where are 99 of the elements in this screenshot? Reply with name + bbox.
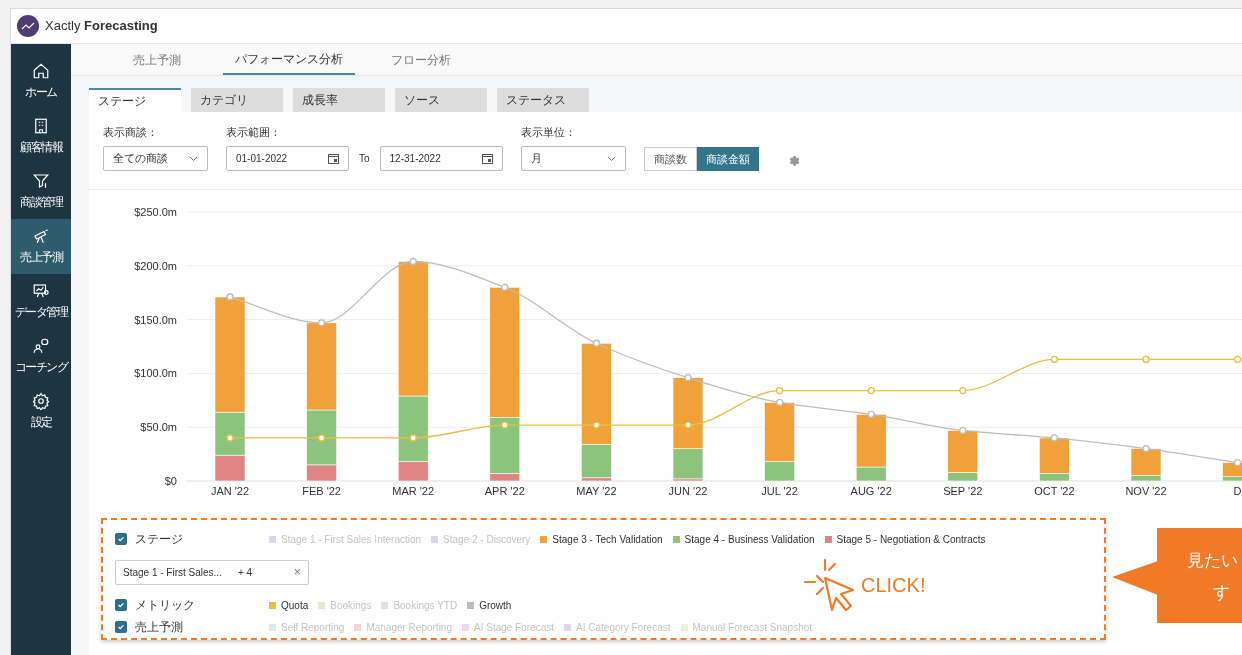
- data-point: [592, 421, 601, 429]
- axis-label: $250.0m: [134, 206, 177, 218]
- data-point: [684, 374, 692, 382]
- axis-label: FEB '22: [302, 485, 341, 497]
- chevron-down-icon: [606, 155, 616, 162]
- axis-label: JAN '22: [210, 485, 250, 497]
- axis-label: SEP '22: [943, 485, 983, 497]
- axis-label: $100.0m: [134, 367, 177, 380]
- data-point: [501, 421, 509, 429]
- data-point: [592, 339, 601, 347]
- date-field[interactable]: 01-01-2022: [226, 146, 349, 171]
- checkbox[interactable]: [115, 599, 127, 611]
- settings-icon: [32, 392, 50, 410]
- axis-label: AUG '22: [850, 485, 892, 497]
- nav-item[interactable]: 売上予測: [11, 219, 71, 274]
- nav-item[interactable]: ホーム: [11, 54, 71, 109]
- click-hint: CLICK!: [861, 573, 926, 598]
- axis-label: NOV '22: [1125, 485, 1167, 497]
- checkmark-icon: [117, 535, 125, 543]
- axis-label: $50.0m: [140, 421, 177, 434]
- data-point: [1142, 355, 1150, 364]
- checkbox[interactable]: [115, 621, 127, 633]
- tab[interactable]: 売上予測: [91, 44, 223, 75]
- home-icon: [32, 62, 50, 80]
- field-label: 表示範囲：: [226, 124, 282, 140]
- nav-item[interactable]: コーチング: [11, 329, 71, 384]
- axis-label: OCT '22: [1034, 485, 1075, 497]
- range-separator: To: [359, 152, 370, 166]
- checkbox[interactable]: [115, 533, 127, 545]
- calendar-icon: [481, 153, 493, 164]
- data-point: [775, 386, 784, 395]
- data-point: [867, 410, 875, 418]
- dropdown[interactable]: 月: [520, 146, 626, 171]
- data-point: [959, 426, 967, 435]
- legend-item[interactable]: Stage 4 - Business Validation: [684, 531, 815, 547]
- toggle-option[interactable]: 商談数: [643, 147, 697, 171]
- tab[interactable]: フロー分析: [355, 44, 487, 75]
- axis-label: D: [1233, 485, 1242, 497]
- presentation-icon: [32, 282, 50, 300]
- data-point: [775, 398, 784, 407]
- telescope-icon: [32, 227, 50, 245]
- callout-text: す: [1212, 581, 1231, 604]
- date-field[interactable]: 12-31-2022: [379, 146, 503, 171]
- data-point: [959, 386, 967, 395]
- tab[interactable]: ステージ: [89, 88, 181, 112]
- dropdown[interactable]: 全ての商談: [103, 146, 208, 171]
- group-label: メトリック: [135, 597, 195, 614]
- select-field[interactable]: Stage 1 - First Sales... + 4 ×: [115, 559, 309, 585]
- nav-item[interactable]: 商談管理: [11, 164, 71, 219]
- toggle-option[interactable]: 商談金額: [696, 147, 759, 171]
- logo-icon: [17, 15, 39, 37]
- nav-item[interactable]: データ管理: [11, 274, 71, 329]
- group-label: 売上予測: [135, 619, 183, 636]
- clear-button[interactable]: ×: [293, 562, 301, 582]
- data-point: [1050, 355, 1059, 364]
- tab[interactable]: 成長率: [293, 88, 385, 112]
- legend-item[interactable]: Quota: [281, 597, 309, 613]
- axis-label: $0: [164, 475, 177, 487]
- data-point: [409, 434, 417, 442]
- app-title: Xactly Forecasting: [45, 17, 158, 36]
- funnel-icon: [32, 172, 50, 190]
- axis-label: MAR '22: [392, 485, 435, 497]
- legend-item[interactable]: Stage 3 - Tech Validation: [552, 531, 663, 547]
- axis-label: JUL '22: [761, 485, 798, 497]
- data-point: [226, 434, 234, 442]
- tab[interactable]: ステータス: [497, 88, 589, 112]
- tab[interactable]: パフォーマンス分析: [223, 44, 355, 75]
- tab[interactable]: カテゴリ: [191, 88, 283, 112]
- selected-value: Stage 1 - First Sales...: [123, 565, 222, 580]
- person-chat-icon: [32, 337, 50, 355]
- nav-item[interactable]: 顧客情報: [11, 109, 71, 164]
- data-point: [1050, 434, 1059, 442]
- legend-item[interactable]: Stage 5 - Negotiation & Contracts: [836, 531, 986, 547]
- axis-label: JUN '22: [668, 485, 708, 497]
- data-point: [501, 283, 509, 291]
- callout-text: 見たい: [1187, 550, 1239, 572]
- data-point: [226, 293, 234, 301]
- legend-item[interactable]: Growth: [479, 597, 512, 613]
- axis-label: $150.0m: [134, 313, 177, 326]
- data-point: [317, 434, 326, 442]
- calendar-icon: [328, 153, 339, 164]
- axis-label: $200.0m: [134, 259, 177, 272]
- data-point: [317, 319, 326, 327]
- field-label: 表示単位：: [520, 124, 577, 140]
- data-point: [409, 257, 417, 266]
- data-point: [1142, 445, 1150, 453]
- building-icon: [32, 117, 50, 135]
- axis-label: MAY '22: [576, 485, 617, 497]
- nav-item[interactable]: 設定: [11, 384, 71, 439]
- checkmark-icon: [117, 623, 125, 631]
- group-label: ステージ: [135, 531, 183, 548]
- tab[interactable]: ソース: [395, 88, 487, 112]
- axis-label: APR '22: [484, 485, 525, 497]
- selection-count: + 4: [237, 565, 253, 580]
- data-point: [867, 386, 875, 395]
- field-label: 表示商談：: [103, 124, 159, 140]
- data-point: [684, 421, 692, 429]
- checkmark-icon: [117, 601, 125, 609]
- chevron-down-icon: [189, 155, 198, 162]
